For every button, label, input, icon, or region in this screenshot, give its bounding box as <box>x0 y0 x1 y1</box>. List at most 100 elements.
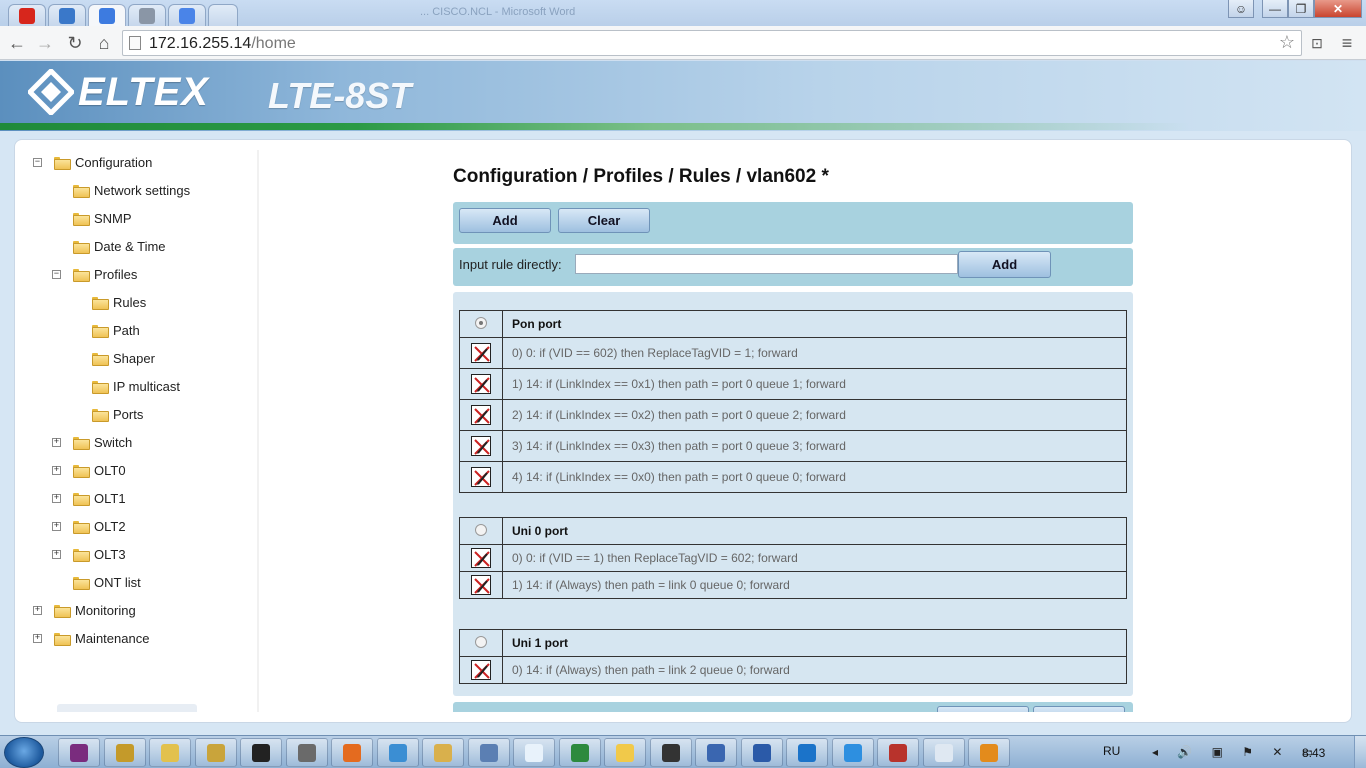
tree-item-rules[interactable]: Rules <box>71 292 146 312</box>
google-icon <box>99 7 115 24</box>
system-tray[interactable]: ◂ 🔊 ▣ ⚑ ✕ ▭ <box>1152 745 1321 759</box>
delete-rule-icon[interactable] <box>471 660 491 680</box>
collapse-icon[interactable]: − <box>33 157 42 167</box>
address-bar[interactable]: 172.16.255.14/home ☆ <box>122 30 1302 56</box>
minimize-button[interactable]: — <box>1262 0 1288 18</box>
group-radio-button[interactable] <box>475 316 487 329</box>
taskbar-app[interactable] <box>376 738 419 767</box>
rule-row: 0) 0: if (VID == 602) then ReplaceTagVID… <box>459 337 1127 369</box>
taskbar-app[interactable] <box>58 738 100 767</box>
taskbar-app[interactable] <box>513 738 555 767</box>
delete-rule-icon[interactable] <box>471 467 491 487</box>
rule-action-cell <box>459 430 503 462</box>
tree-item-network-settings[interactable]: Network settings <box>52 180 190 200</box>
expand-icon[interactable]: + <box>52 465 61 475</box>
taskbar-app[interactable] <box>831 738 874 767</box>
user-icon[interactable]: ☺ <box>1228 0 1254 18</box>
rules-list: Pon port 0) 0: if (VID == 602) then Repla… <box>453 292 1133 696</box>
remote-icon <box>707 743 725 762</box>
back-icon[interactable]: ← <box>6 32 28 54</box>
tree-item-label: ONT list <box>94 574 141 590</box>
taskbar-app[interactable] <box>786 738 828 767</box>
delete-rule-icon[interactable] <box>471 343 491 363</box>
tree-item-ip-multicast[interactable]: IP multicast <box>71 376 180 396</box>
tree-item-olt0[interactable]: + OLT0 <box>52 460 126 480</box>
action-toolbar: Add Clear <box>453 202 1133 244</box>
tree-item-monitoring[interactable]: + Monitoring <box>33 600 136 620</box>
maximize-button[interactable]: ❐ <box>1288 0 1314 18</box>
tool-icon <box>434 743 452 762</box>
expand-icon[interactable]: + <box>52 437 61 447</box>
delete-rule-icon[interactable] <box>471 575 491 595</box>
tree-item-olt2[interactable]: + OLT2 <box>52 516 126 536</box>
home-icon[interactable]: ⌂ <box>93 32 115 54</box>
expand-icon[interactable]: + <box>52 549 61 559</box>
taskbar-app[interactable] <box>240 738 282 767</box>
folder-icon <box>73 464 90 478</box>
bottom-button-1[interactable] <box>937 706 1029 712</box>
clock[interactable]: 8:43 <box>1302 746 1325 760</box>
taskbar-app[interactable] <box>194 738 237 767</box>
menu-icon[interactable]: ≡ <box>1336 32 1358 54</box>
browser-tab[interactable] <box>168 4 206 26</box>
show-desktop-button[interactable] <box>1354 736 1366 768</box>
add-rule-button[interactable]: Add <box>958 251 1051 278</box>
taskbar-app[interactable] <box>285 738 328 767</box>
browser-tab[interactable] <box>208 4 238 26</box>
bookmark-star-icon[interactable]: ☆ <box>1279 32 1295 53</box>
browser-tab[interactable] <box>128 4 166 26</box>
tree-item-maintenance[interactable]: + Maintenance <box>33 628 149 648</box>
tree-item-ports[interactable]: Ports <box>71 404 143 424</box>
tree-item-olt1[interactable]: + OLT1 <box>52 488 126 508</box>
taskbar-app[interactable] <box>968 738 1010 767</box>
delete-rule-icon[interactable] <box>471 374 491 394</box>
tree-item-profiles[interactable]: − Profiles <box>52 264 137 284</box>
taskbar-app[interactable] <box>331 738 373 767</box>
tree-item-snmp[interactable]: SNMP <box>52 208 132 228</box>
tree-item-switch[interactable]: + Switch <box>52 432 132 452</box>
taskbar-app[interactable] <box>149 738 191 767</box>
tree-item-ont-list[interactable]: ONT list <box>52 572 141 592</box>
tree-item-path[interactable]: Path <box>71 320 140 340</box>
browser-tab[interactable] <box>8 4 46 26</box>
taskbar-app[interactable] <box>604 738 646 767</box>
expand-icon[interactable]: + <box>52 493 61 503</box>
browser-tab[interactable] <box>88 4 126 26</box>
language-indicator[interactable]: RU <box>1103 744 1120 758</box>
close-button[interactable]: ✕ <box>1314 0 1362 18</box>
rule-input-field[interactable] <box>575 254 958 274</box>
taskbar-app[interactable] <box>877 738 919 767</box>
browser-tab[interactable] <box>48 4 86 26</box>
add-button[interactable]: Add <box>459 208 551 233</box>
delete-pencil-icon <box>474 408 490 424</box>
taskbar-app[interactable] <box>695 738 737 767</box>
taskbar-app[interactable] <box>649 738 692 767</box>
taskbar-app[interactable] <box>422 738 464 767</box>
expand-icon[interactable]: + <box>33 605 42 615</box>
bottom-button-2[interactable] <box>1033 706 1125 712</box>
group-radio-button[interactable] <box>475 635 487 648</box>
expand-icon[interactable]: + <box>52 521 61 531</box>
expand-icon[interactable]: + <box>33 633 42 643</box>
start-button[interactable] <box>4 737 44 768</box>
taskbar-app[interactable] <box>467 738 510 767</box>
taskbar-app[interactable] <box>740 738 783 767</box>
tree-item-shaper[interactable]: Shaper <box>71 348 155 368</box>
delete-rule-icon[interactable] <box>471 436 491 456</box>
url-text[interactable]: 172.16.255.14/home <box>149 35 296 53</box>
sidebar-scrollbar[interactable]: ▲ ▼ <box>257 150 259 712</box>
taskbar-app[interactable] <box>558 738 601 767</box>
delete-rule-icon[interactable] <box>471 405 491 425</box>
tree-item-configuration[interactable]: − Configuration <box>33 152 152 172</box>
tree-item-olt3[interactable]: + OLT3 <box>52 544 126 564</box>
tree-item-date-time[interactable]: Date & Time <box>52 236 166 256</box>
delete-rule-icon[interactable] <box>471 548 491 568</box>
taskbar-app[interactable] <box>103 738 146 767</box>
extension-icon[interactable]: ⊡ <box>1306 32 1328 54</box>
clear-button[interactable]: Clear <box>558 208 650 233</box>
taskbar-app[interactable] <box>922 738 965 767</box>
reload-icon[interactable]: ↻ <box>64 32 86 54</box>
group-radio-button[interactable] <box>475 523 487 536</box>
collapse-icon[interactable]: − <box>52 269 61 279</box>
forward-icon[interactable]: → <box>34 32 56 54</box>
